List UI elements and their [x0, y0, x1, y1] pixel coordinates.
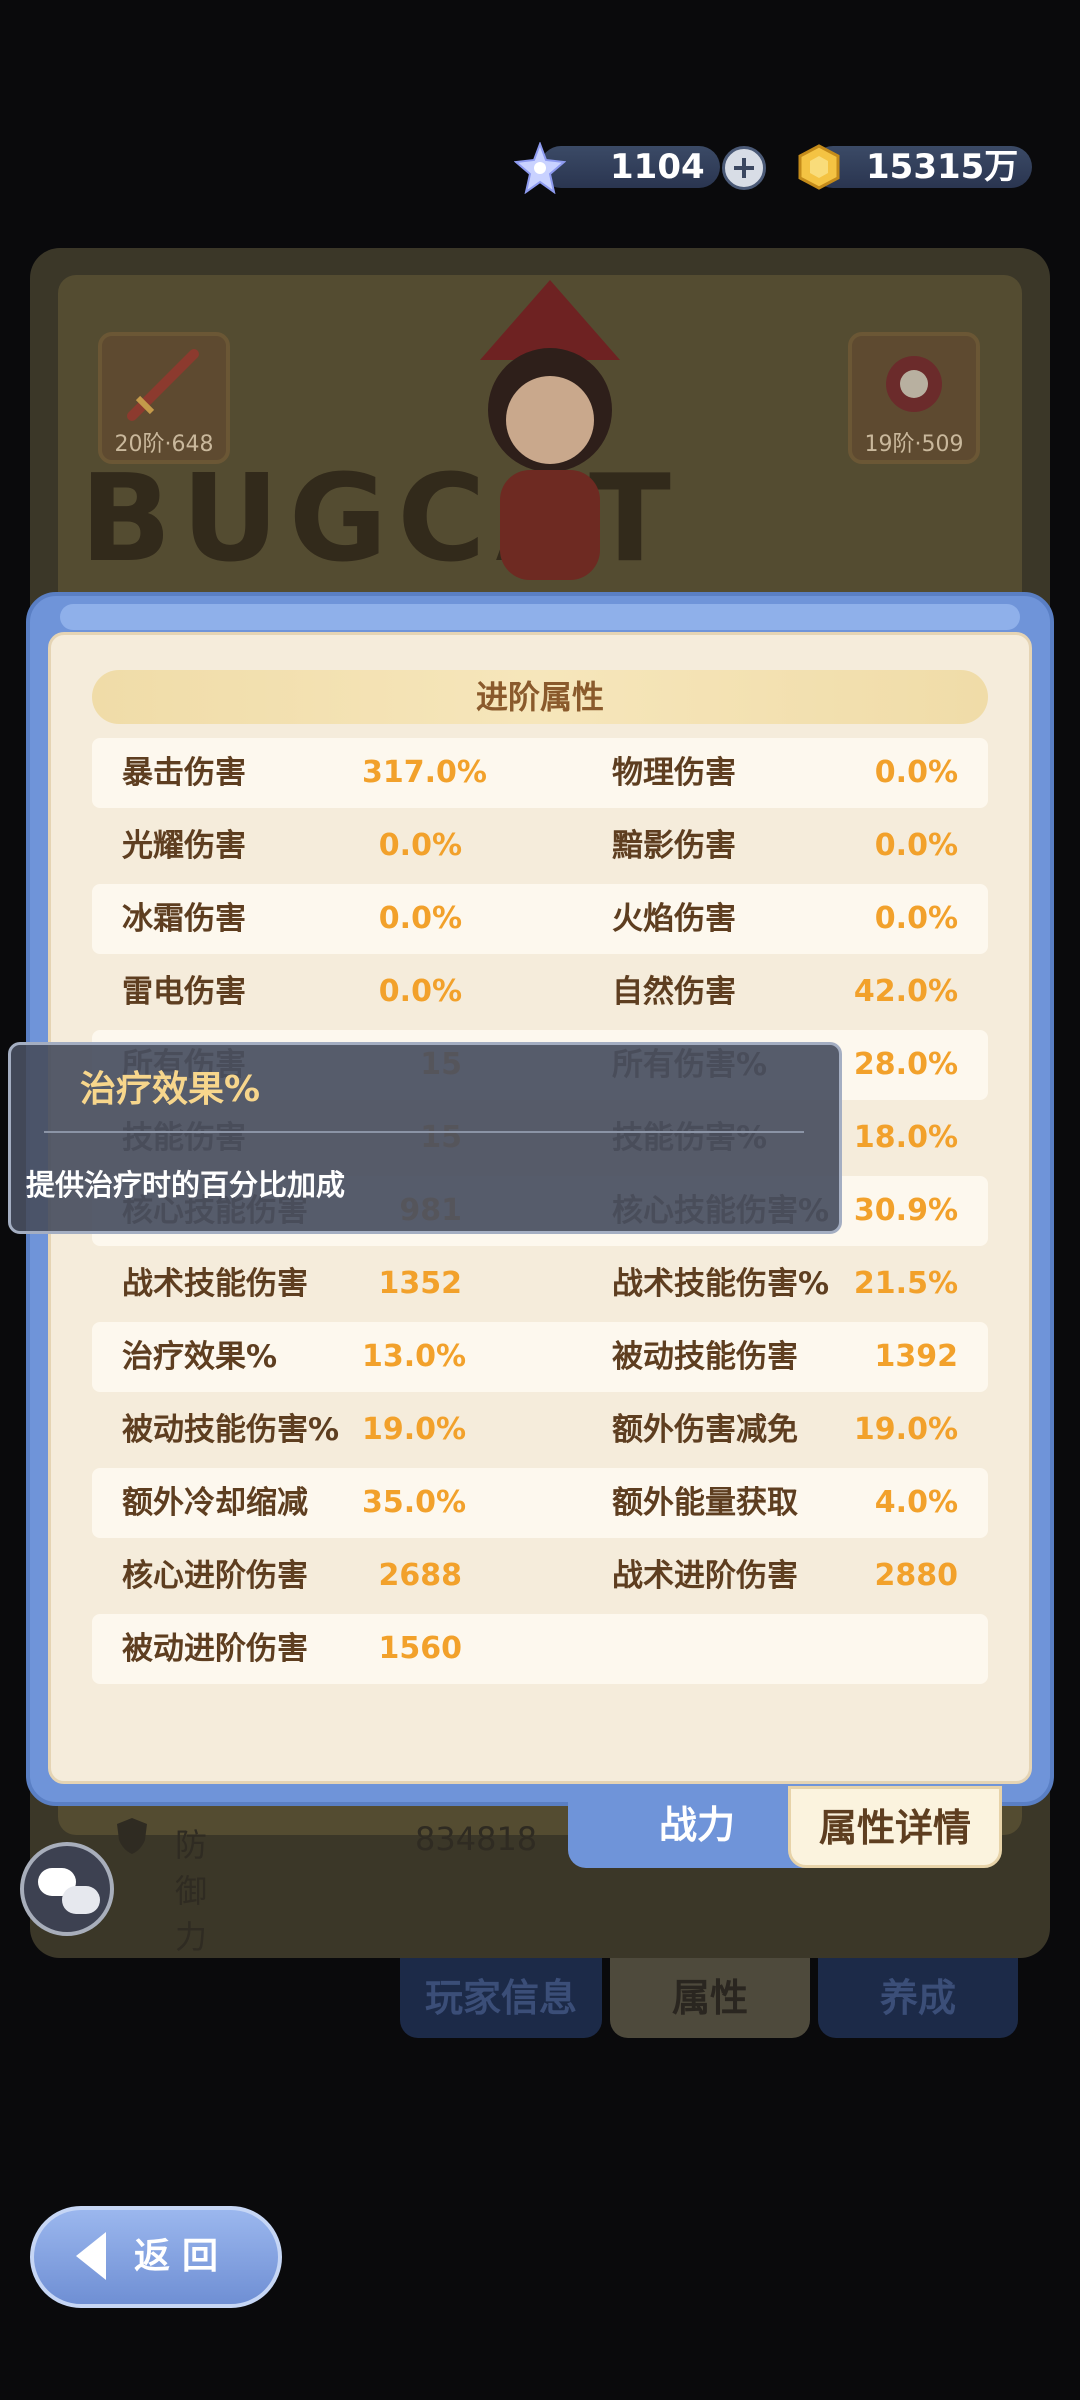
attribute-value: 28.0% — [853, 1047, 958, 1082]
attribute-value: 42.0% — [853, 974, 958, 1009]
tooltip-title: 治疗效果% — [80, 1069, 261, 1110]
attribute-value: 18.0% — [853, 1120, 958, 1155]
attribute-name[interactable]: 额外伤害减免 — [612, 1395, 798, 1465]
attribute-name[interactable]: 战术进阶伤害 — [612, 1541, 798, 1611]
attribute-row: 暴击伤害 317.0% 物理伤害 0.0% — [92, 738, 988, 808]
attribute-name[interactable]: 额外能量获取 — [612, 1468, 798, 1538]
attribute-value: 19.0% — [853, 1412, 958, 1447]
attribute-value: 0.0% — [378, 828, 462, 863]
attribute-value: 1392 — [874, 1339, 959, 1374]
tooltip-divider — [44, 1131, 804, 1133]
attribute-name[interactable]: 被动进阶伤害 — [122, 1614, 308, 1684]
back-arrow-icon — [76, 2232, 106, 2280]
attribute-value: 21.5% — [853, 1266, 958, 1301]
add-gems-button[interactable] — [722, 146, 766, 190]
attribute-row: 治疗效果% 13.0% 被动技能伤害 1392 — [92, 1322, 988, 1392]
star-gem-icon — [514, 142, 566, 194]
defense-label: 防御力 — [175, 1826, 208, 1956]
gem-counter: 1104 — [540, 146, 720, 188]
gem-count: 1104 — [610, 147, 705, 187]
chat-button[interactable] — [20, 1842, 114, 1936]
attribute-value: 1352 — [378, 1266, 463, 1301]
attribute-row: 雷电伤害 0.0% 自然伤害 42.0% — [92, 957, 988, 1027]
attribute-name[interactable]: 物理伤害 — [612, 738, 736, 808]
attribute-name[interactable]: 额外冷却缩减 — [122, 1468, 308, 1538]
attribute-value: 35.0% — [362, 1485, 467, 1520]
attribute-name[interactable]: 战术技能伤害 — [122, 1249, 308, 1319]
gold-coin-icon — [798, 144, 840, 190]
attribute-value: 19.0% — [362, 1412, 467, 1447]
attribute-name[interactable]: 冰霜伤害 — [122, 884, 246, 954]
attribute-name[interactable]: 自然伤害 — [612, 957, 736, 1027]
attribute-row: 核心进阶伤害 2688 战术进阶伤害 2880 — [92, 1541, 988, 1611]
shield-icon — [117, 1818, 147, 1854]
attribute-name[interactable]: 核心进阶伤害 — [122, 1541, 308, 1611]
attribute-value: 30.9% — [853, 1193, 958, 1228]
attribute-row: 被动技能伤害% 19.0% 额外伤害减免 19.0% — [92, 1395, 988, 1465]
attribute-value: 2688 — [378, 1558, 463, 1593]
chat-icon-bubble — [62, 1886, 100, 1914]
attribute-value: 4.0% — [874, 1485, 958, 1520]
equipment-level: 19阶·509 — [864, 432, 964, 457]
character-portrait — [480, 280, 620, 580]
attribute-name[interactable]: 火焰伤害 — [612, 884, 736, 954]
attribute-value: 0.0% — [378, 974, 462, 1009]
attribute-name[interactable]: 黯影伤害 — [612, 811, 736, 881]
attribute-name[interactable]: 光耀伤害 — [122, 811, 246, 881]
defense-value: 834818 — [415, 1820, 538, 1858]
attribute-name[interactable]: 被动技能伤害% — [122, 1395, 339, 1465]
tab-attributes[interactable]: 属性 — [610, 1958, 810, 2038]
attribute-row: 战术技能伤害 1352 战术技能伤害% 21.5% — [92, 1249, 988, 1319]
attribute-value: 0.0% — [378, 901, 462, 936]
attribute-name[interactable]: 雷电伤害 — [122, 957, 246, 1027]
tab-attribute-details[interactable]: 属性详情 — [788, 1786, 1002, 1868]
gold-counter: 15315万 — [812, 146, 1032, 188]
helmet-icon — [886, 356, 942, 412]
attribute-name[interactable]: 治疗效果% — [122, 1322, 277, 1392]
attribute-row: 冰霜伤害 0.0% 火焰伤害 0.0% — [92, 884, 988, 954]
attribute-name[interactable]: 暴击伤害 — [122, 738, 246, 808]
tab-player-info[interactable]: 玩家信息 — [400, 1958, 602, 2038]
attribute-value: 2880 — [874, 1558, 959, 1593]
attribute-value: 1560 — [378, 1631, 463, 1666]
attribute-row: 被动进阶伤害 1560 — [92, 1614, 988, 1684]
attribute-value: 0.0% — [874, 828, 958, 863]
attribute-name[interactable]: 战术技能伤害% — [612, 1249, 829, 1319]
attribute-value: 0.0% — [874, 901, 958, 936]
attribute-name[interactable]: 被动技能伤害 — [612, 1322, 798, 1392]
attribute-value: 13.0% — [362, 1339, 467, 1374]
equipment-level: 20阶·648 — [114, 432, 214, 457]
tab-cultivation[interactable]: 养成 — [818, 1958, 1018, 2038]
equipment-slot-weapon[interactable]: 20阶·648 — [98, 332, 230, 464]
back-label: 返回 — [134, 2236, 231, 2277]
back-button[interactable]: 返回 — [30, 2206, 282, 2308]
attribute-value: 317.0% — [362, 755, 487, 790]
sword-icon — [127, 349, 199, 421]
equipment-slot-accessory[interactable]: 19阶·509 — [848, 332, 980, 464]
tooltip-description: 提供治疗时的百分比加成 — [26, 1168, 346, 1202]
attribute-value: 0.0% — [874, 755, 958, 790]
gold-count: 15315万 — [866, 147, 1019, 187]
attribute-row: 光耀伤害 0.0% 黯影伤害 0.0% — [92, 811, 988, 881]
modal-title: 进阶属性 — [92, 670, 988, 724]
attribute-row: 额外冷却缩减 35.0% 额外能量获取 4.0% — [92, 1468, 988, 1538]
